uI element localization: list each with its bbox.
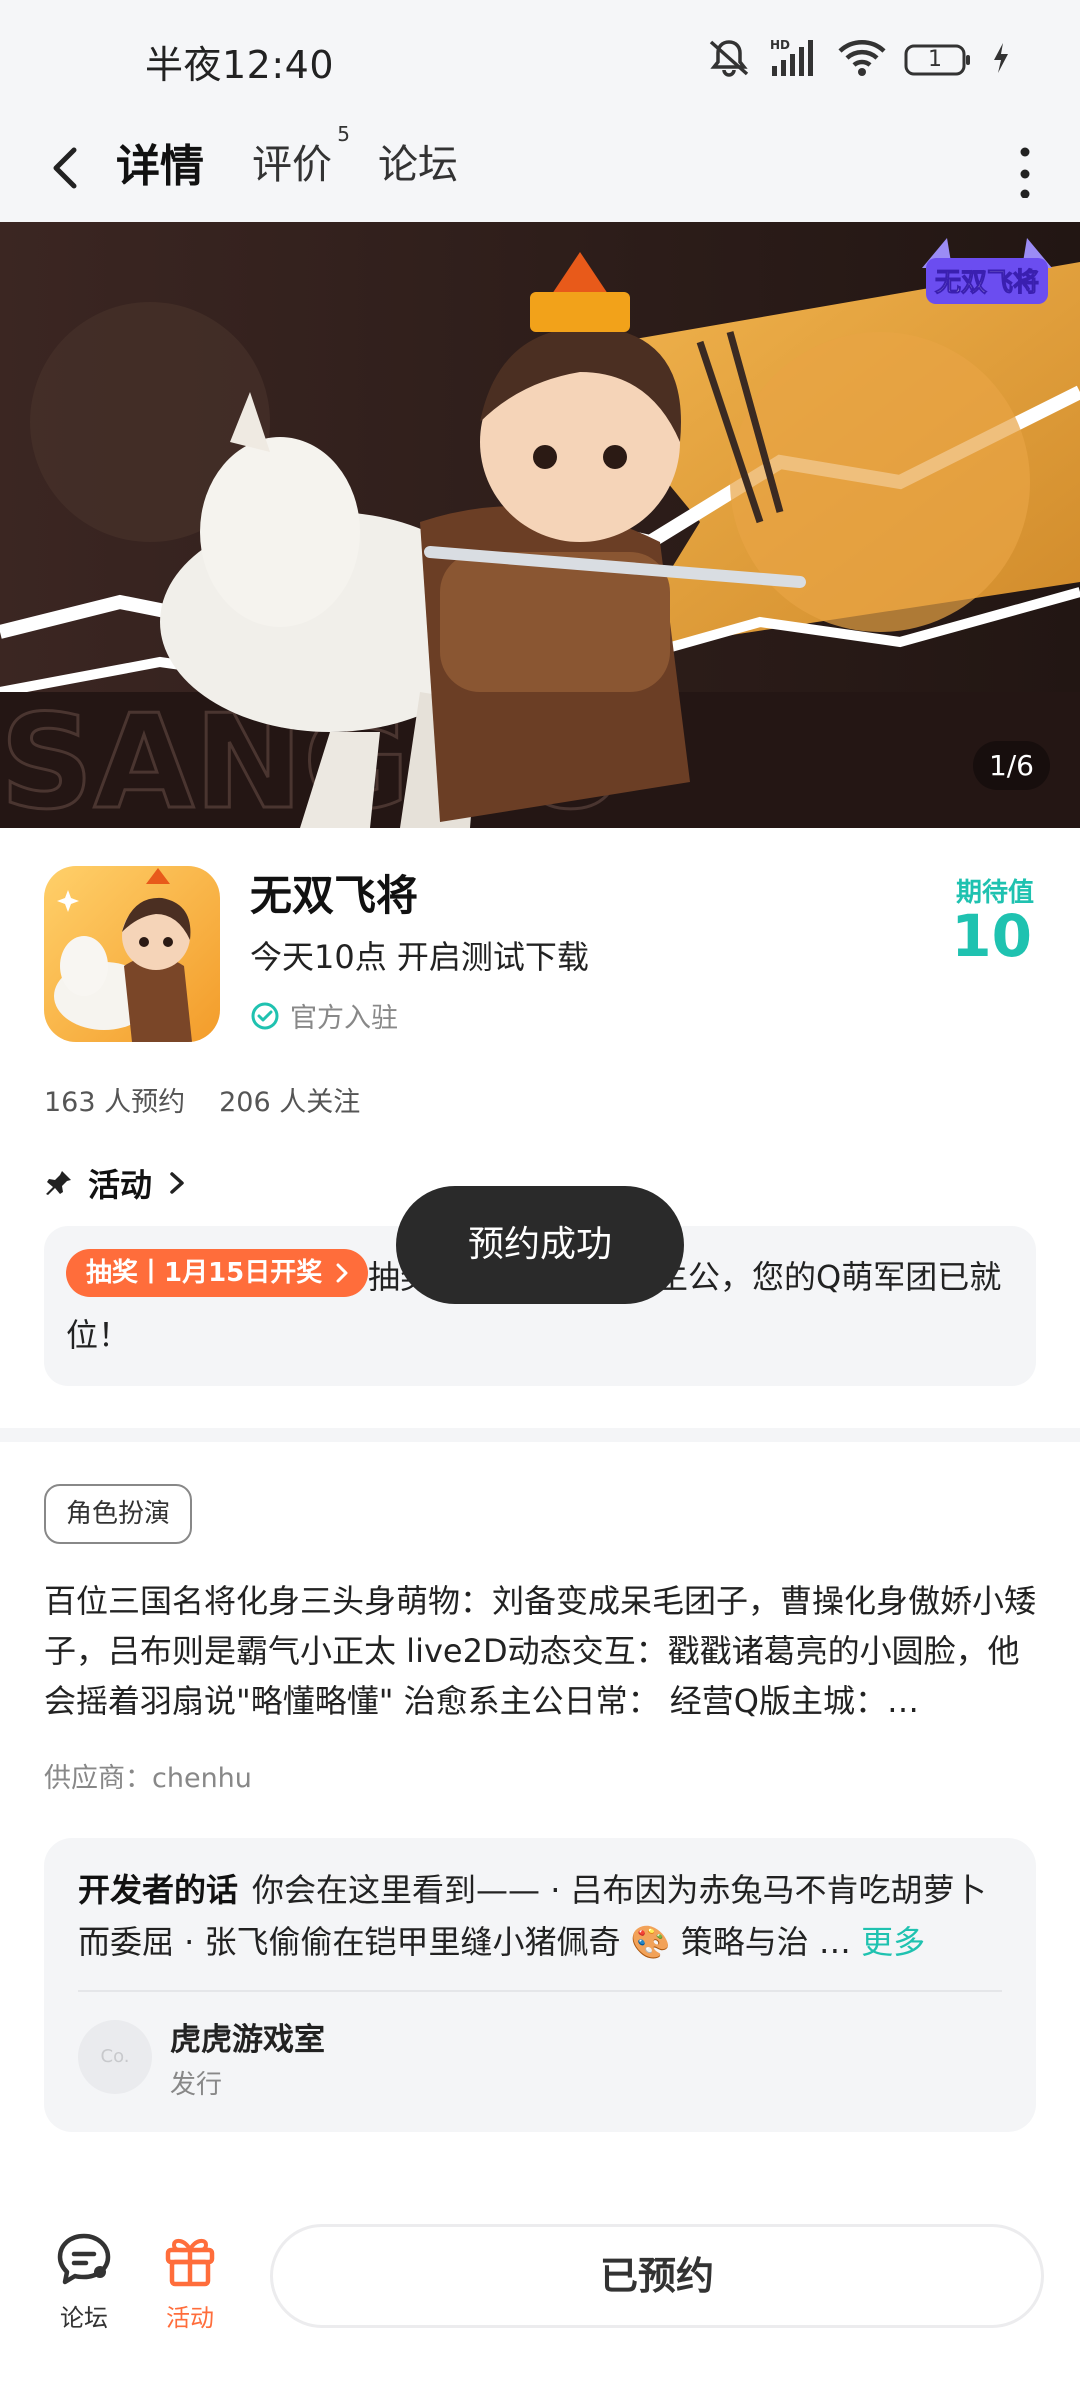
cellular-signal-icon: HD — [770, 38, 820, 82]
tab-reviews-label: 评价 — [252, 142, 332, 188]
tab-forum[interactable]: 论坛 — [378, 132, 458, 190]
tab-details[interactable]: 详情 — [112, 130, 208, 194]
follower-count: 206 人关注 — [219, 1087, 361, 1118]
game-logo-text: 无双飞将 — [935, 268, 1039, 298]
official-label: 官方入驻 — [290, 1003, 398, 1034]
app-release-info: 今天10点 开启测试下载 — [250, 938, 589, 976]
hero-banner[interactable]: SANGUO 无双飞将 1/6 — [0, 222, 1080, 828]
lottery-tag[interactable]: 抽奖丨1月15日开奖 — [66, 1249, 369, 1297]
wifi-icon — [838, 39, 886, 81]
supplier-info: 供应商：chenhu — [44, 1763, 252, 1794]
forum-chat-icon — [57, 2233, 111, 2285]
reservation-count: 163 人预约 — [44, 1087, 186, 1118]
developer-words[interactable]: 开发者的话 你会在这里看到—— · 吕布因为赤兔马不肯吃胡萝卜而委屈 · 张飞偷偷… — [78, 1864, 1002, 1968]
pin-icon — [46, 1171, 71, 1195]
status-icons: HD 1 — [706, 38, 1010, 82]
more-link[interactable]: 更多 — [861, 1923, 925, 1961]
studio-name[interactable]: 虎虎游戏室 — [170, 2014, 325, 2059]
app-stats: 163 人预约 206 人关注 — [44, 1080, 360, 1119]
expectation-value: 10 — [951, 902, 1032, 970]
bottom-action-bar: 论坛 活动 已预约 — [0, 2180, 1080, 2400]
reserved-button[interactable]: 已预约 — [270, 2224, 1044, 2328]
more-options-button[interactable] — [1000, 138, 1050, 199]
developer-card: 开发者的话 你会在这里看到—— · 吕布因为赤兔马不肯吃胡萝卜而委屈 · 张飞偷偷… — [44, 1838, 1036, 2132]
top-nav: 详情 评价 5 论坛 — [0, 120, 1080, 222]
genre-tag[interactable]: 角色扮演 — [44, 1484, 193, 1544]
reviews-count-badge: 5 — [337, 122, 350, 146]
activity-section-header[interactable]: 活动 — [44, 1160, 188, 1206]
game-logo-badge: 无双飞将 — [912, 228, 1062, 322]
battery-icon: 1 — [904, 43, 974, 77]
more-vertical-icon — [1020, 147, 1030, 199]
tab-details-label: 详情 — [116, 141, 204, 192]
charging-icon — [992, 41, 1010, 79]
chevron-right-icon — [170, 1172, 184, 1194]
app-icon — [44, 866, 220, 1042]
studio-role: 发行 — [170, 2070, 223, 2100]
banner-page-counter: 1/6 — [972, 741, 1050, 790]
tab-forum-label: 论坛 — [378, 142, 458, 188]
forum-button[interactable]: 论坛 — [44, 2230, 124, 2333]
section-divider — [0, 1428, 1080, 1442]
svg-text:HD: HD — [770, 38, 790, 52]
chevron-left-icon — [53, 147, 77, 189]
lottery-tag-label: 抽奖丨1月15日开奖 — [86, 1258, 323, 1288]
activity-button[interactable]: 活动 — [150, 2230, 230, 2333]
activity-title: 活动 — [88, 1166, 153, 1204]
app-name: 无双飞将 — [250, 871, 419, 920]
mute-vibrate-icon — [706, 38, 752, 82]
verified-check-icon — [251, 1002, 279, 1029]
toast-message: 预约成功 — [396, 1186, 684, 1304]
game-intro[interactable]: 百位三国名将化身三头身萌物：刘备变成呆毛团子，曹操化身傲娇小矮子，吕布则是霸气小… — [44, 1576, 1040, 1726]
chevron-right-icon — [336, 1263, 348, 1283]
activity-button-label: 活动 — [166, 2304, 214, 2332]
status-time: 半夜12:40 — [145, 43, 335, 87]
forum-button-label: 论坛 — [60, 2304, 108, 2332]
gift-icon — [165, 2238, 215, 2287]
back-button[interactable] — [42, 132, 90, 202]
status-bar: 半夜12:40 HD 1 — [0, 0, 1080, 120]
developer-words-label: 开发者的话 — [78, 1871, 239, 1909]
divider — [78, 1990, 1002, 1992]
battery-level: 1 — [928, 47, 942, 72]
tab-reviews[interactable]: 评价 5 — [252, 122, 350, 190]
official-badge: 官方入驻 — [250, 996, 398, 1035]
studio-avatar[interactable]: Co. — [78, 2020, 152, 2094]
